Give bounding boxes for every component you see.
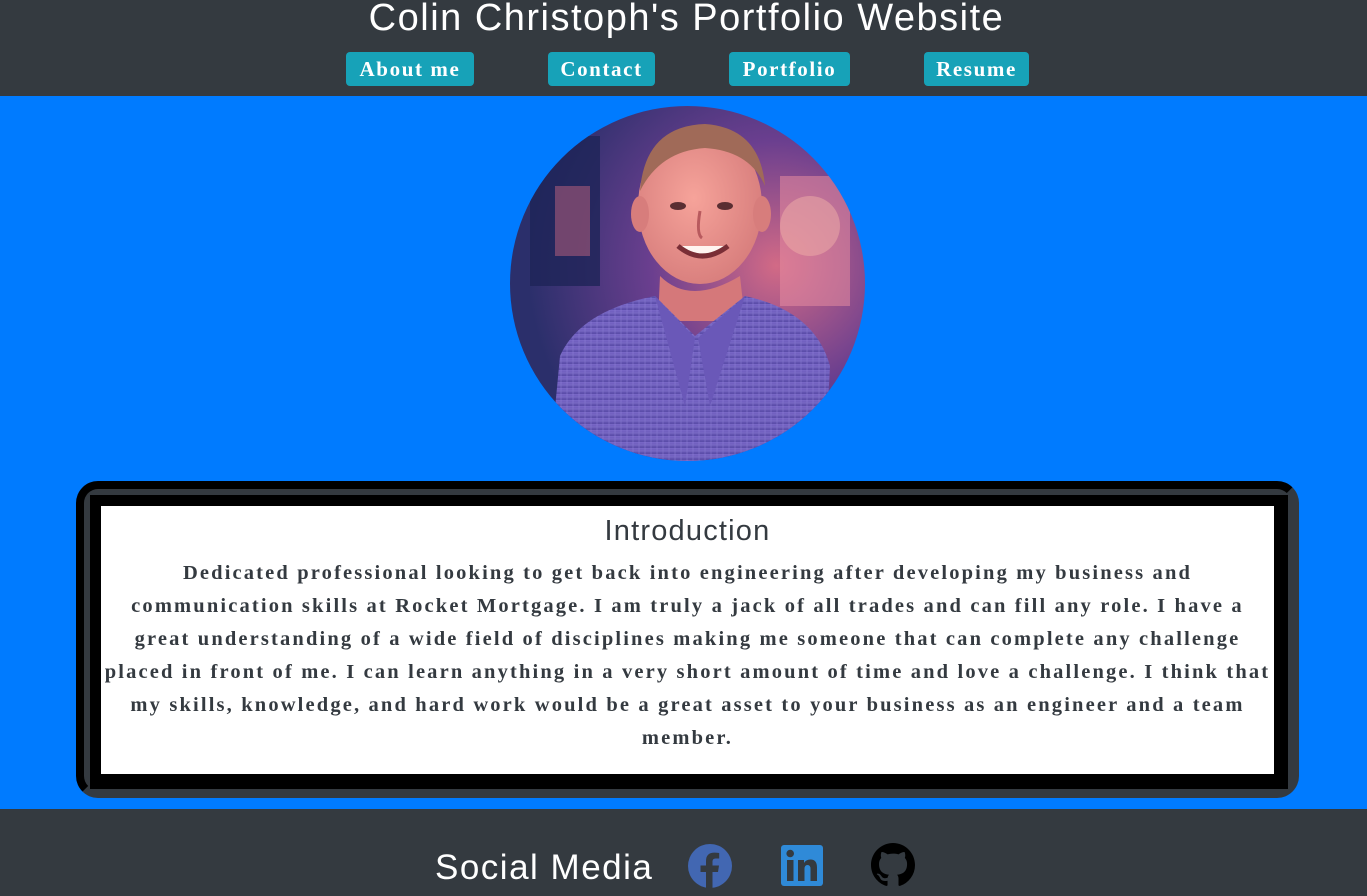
site-title: Colin Christoph's Portfolio Website xyxy=(368,0,1005,39)
linkedin-icon[interactable] xyxy=(781,845,823,891)
social-media-heading: Social Media xyxy=(435,848,654,887)
site-header: Colin Christoph's Portfolio Website Abou… xyxy=(0,0,1367,96)
nav-about-me-button[interactable]: About me xyxy=(346,52,474,86)
facebook-icon[interactable] xyxy=(688,844,732,893)
introduction-text: Dedicated professional looking to get ba… xyxy=(104,562,1271,749)
nav-resume-button[interactable]: Resume xyxy=(924,52,1029,86)
introduction-panel: Introduction Dedicated professional look… xyxy=(101,506,1274,774)
nav-contact-button[interactable]: Contact xyxy=(548,52,655,86)
site-footer xyxy=(0,809,1367,896)
introduction-heading: Introduction xyxy=(604,515,771,547)
github-icon[interactable] xyxy=(871,843,915,892)
profile-photo-image xyxy=(510,106,865,461)
profile-photo xyxy=(510,106,865,461)
nav-portfolio-button[interactable]: Portfolio xyxy=(729,52,850,86)
